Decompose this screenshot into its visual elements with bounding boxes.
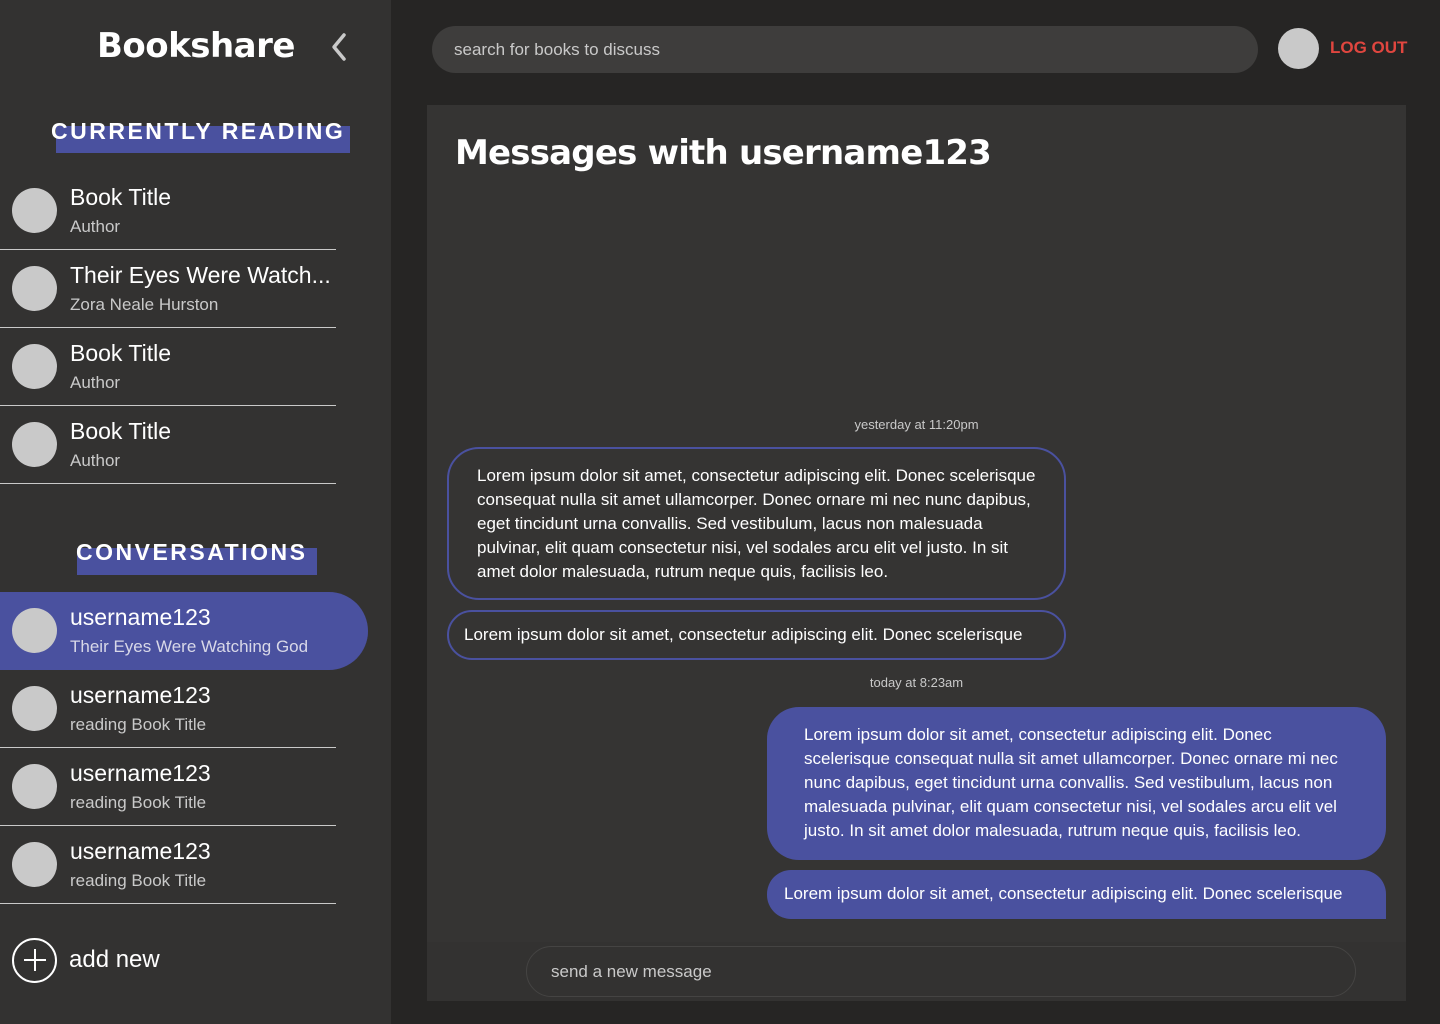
conversation-item[interactable]: username123 reading Book Title: [0, 748, 336, 826]
message-bubble-incoming: Lorem ipsum dolor sit amet, consectetur …: [447, 447, 1066, 600]
chevron-left-icon: [332, 33, 346, 61]
conversation-subtitle: reading Book Title: [70, 793, 207, 812]
book-author: Author: [70, 451, 121, 470]
book-author: Author: [70, 373, 121, 392]
book-title: Their Eyes Were Watch...: [70, 262, 331, 288]
logout-button[interactable]: LOG OUT: [1330, 38, 1407, 58]
book-item[interactable]: Book Title Author: [0, 328, 336, 406]
avatar: [12, 842, 57, 887]
composer-bar: [427, 942, 1406, 1001]
conversation-username: username123: [70, 838, 211, 864]
book-cover: [12, 266, 57, 311]
book-cover: [12, 344, 57, 389]
book-cover: [12, 188, 57, 233]
book-author: Author: [70, 217, 121, 236]
conversation-subtitle: reading Book Title: [70, 871, 207, 890]
conversation-subtitle: Their Eyes Were Watching God: [70, 637, 309, 656]
message-timestamp: today at 8:23am: [869, 675, 964, 690]
book-cover: [12, 422, 57, 467]
add-new-label: add new: [69, 946, 160, 973]
book-author: Zora Neale Hurston: [70, 295, 219, 314]
conversation-subtitle: reading Book Title: [70, 715, 207, 734]
conversation-username: username123: [70, 604, 211, 630]
conversation-item[interactable]: username123 reading Book Title: [0, 826, 336, 904]
book-title: Book Title: [70, 418, 171, 444]
book-title: Book Title: [70, 340, 171, 366]
book-title: Book Title: [70, 184, 171, 210]
conversation-item[interactable]: username123 reading Book Title: [0, 670, 336, 748]
add-new-button[interactable]: add new: [12, 937, 160, 983]
chat-panel: Messages with username123 yesterday at 1…: [427, 105, 1406, 1001]
search-input[interactable]: [432, 26, 1258, 73]
sidebar: Bookshare CURRENTLY READING Book Title A…: [0, 0, 391, 1024]
avatar: [12, 686, 57, 731]
avatar: [12, 608, 57, 653]
currently-reading-heading: CURRENTLY READING: [51, 118, 346, 144]
conversation-username: username123: [70, 682, 211, 708]
avatar: [12, 764, 57, 809]
chat-title: Messages with username123: [455, 133, 992, 173]
conversations-list: username123 Their Eyes Were Watching God…: [0, 592, 368, 904]
message-bubble-outgoing: Lorem ipsum dolor sit amet, consectetur …: [767, 707, 1386, 860]
message-timestamp: yesterday at 11:20pm: [854, 417, 979, 432]
currently-reading-list: Book Title Author Their Eyes Were Watch.…: [0, 172, 336, 484]
message-bubble-outgoing: Lorem ipsum dolor sit amet, consectetur …: [767, 870, 1386, 919]
conversations-heading: CONVERSATIONS: [76, 539, 308, 565]
plus-circle-icon: [12, 937, 57, 983]
book-item[interactable]: Book Title Author: [0, 172, 336, 250]
book-item[interactable]: Book Title Author: [0, 406, 336, 484]
collapse-sidebar-button[interactable]: [326, 30, 354, 64]
user-avatar[interactable]: [1278, 28, 1319, 69]
conversation-item-active[interactable]: username123 Their Eyes Were Watching God: [0, 592, 368, 670]
message-bubble-incoming: Lorem ipsum dolor sit amet, consectetur …: [447, 610, 1066, 660]
message-input[interactable]: [526, 946, 1356, 997]
book-item[interactable]: Their Eyes Were Watch... Zora Neale Hurs…: [0, 250, 336, 328]
brand-logo[interactable]: Bookshare: [97, 26, 295, 66]
conversation-username: username123: [70, 760, 211, 786]
